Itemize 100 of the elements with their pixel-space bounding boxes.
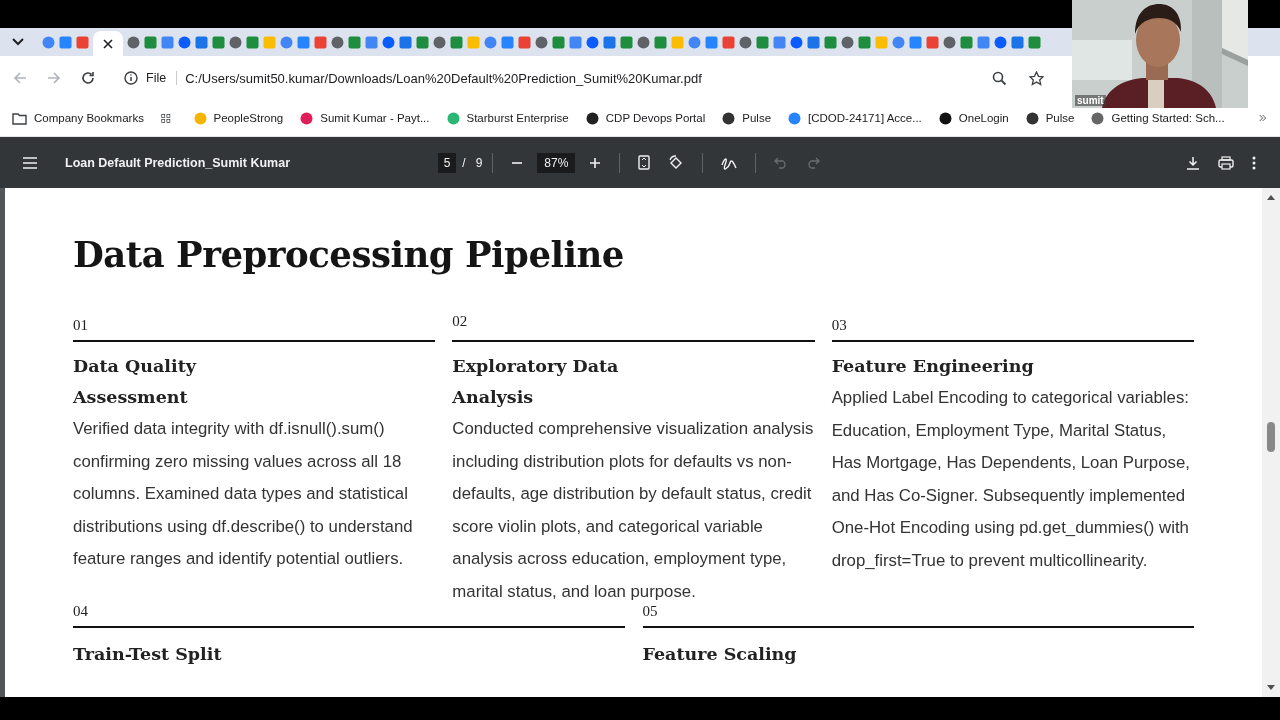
favicon-icon[interactable] bbox=[1011, 35, 1024, 49]
favicon-icon[interactable] bbox=[195, 35, 208, 49]
print-icon[interactable] bbox=[1218, 155, 1234, 170]
favicon-icon[interactable] bbox=[705, 35, 718, 49]
favicon-icon[interactable] bbox=[603, 35, 616, 49]
favicon-icon[interactable] bbox=[858, 35, 871, 49]
bookmark-item[interactable]: Starburst Enterprise bbox=[446, 111, 569, 125]
forward-icon[interactable] bbox=[46, 70, 62, 86]
bookmark-item[interactable]: Sumit Kumar - Payt... bbox=[300, 111, 430, 125]
favicon-icon[interactable] bbox=[382, 35, 395, 49]
favicon-icon[interactable] bbox=[790, 35, 803, 49]
favicon-icon[interactable] bbox=[535, 35, 548, 49]
favicon-icon[interactable] bbox=[977, 35, 990, 49]
url-text: C:/Users/sumit50.kumar/Downloads/Loan%20Default%20Prediction_Sumit%20Kumar.pdf bbox=[185, 70, 702, 86]
favicon-icon[interactable] bbox=[178, 35, 191, 49]
favicon-icon[interactable] bbox=[637, 35, 650, 49]
favicon-icon[interactable] bbox=[314, 35, 327, 49]
folder-icon bbox=[12, 111, 27, 125]
scroll-down-icon[interactable] bbox=[1267, 685, 1275, 691]
favicon-icon[interactable] bbox=[909, 35, 922, 49]
favicon-icon[interactable] bbox=[161, 35, 174, 49]
bookmark-item[interactable]: Getting Started: Sch... bbox=[1091, 111, 1225, 125]
close-tab-button[interactable] bbox=[93, 31, 123, 56]
tab-list-caret-icon[interactable] bbox=[12, 38, 24, 46]
bookmark-item[interactable]: [CDOD-24171] Acce... bbox=[788, 111, 922, 125]
favicon-icon[interactable] bbox=[960, 35, 973, 49]
step-description: Conducted comprehensive visualization analysis including distribution plots for defaults vs non-defaults, age distribution by default status, credit score violin plots, and categorical variable analysis across education, employment type, marital status, and loan purpose. bbox=[452, 418, 815, 603]
favicon-icon[interactable] bbox=[348, 35, 361, 49]
star-icon[interactable] bbox=[1029, 70, 1044, 86]
favicon-icon[interactable] bbox=[739, 35, 752, 49]
favicon-icon[interactable] bbox=[620, 35, 633, 49]
favicon-icon[interactable] bbox=[144, 35, 157, 49]
menu-icon[interactable] bbox=[23, 156, 37, 169]
favicon-icon[interactable] bbox=[773, 35, 786, 49]
document-title: Loan Default Prediction_Sumit Kumar bbox=[65, 155, 291, 170]
favicon-icon[interactable] bbox=[552, 35, 565, 49]
favicon-icon[interactable] bbox=[297, 35, 310, 49]
favicon-icon[interactable] bbox=[1028, 35, 1041, 49]
file-chip[interactable]: File bbox=[146, 71, 178, 85]
more-options-icon[interactable] bbox=[1252, 155, 1256, 170]
favicon-icon[interactable] bbox=[433, 35, 446, 49]
undo-icon[interactable] bbox=[774, 156, 789, 169]
zoom-icon[interactable] bbox=[992, 70, 1007, 86]
participant-name: sumit bbox=[1075, 95, 1106, 106]
bookmark-item[interactable]: CDP Devops Portal bbox=[585, 111, 706, 125]
favicon-icon[interactable] bbox=[841, 35, 854, 49]
download-icon[interactable] bbox=[1186, 155, 1200, 170]
redo-icon[interactable] bbox=[806, 156, 821, 169]
bookmark-item[interactable]: OneLogin bbox=[938, 111, 1009, 125]
favicon-icon[interactable] bbox=[59, 35, 72, 49]
favicon-icon[interactable] bbox=[943, 35, 956, 49]
step-number: 04 bbox=[73, 602, 88, 620]
favicon-icon[interactable] bbox=[501, 35, 514, 49]
favicon-icon[interactable] bbox=[586, 35, 599, 49]
scroll-up-icon[interactable] bbox=[1267, 194, 1275, 200]
zoom-in-icon[interactable] bbox=[589, 156, 602, 169]
step-number: 03 bbox=[831, 317, 847, 334]
favicon-icon[interactable] bbox=[229, 35, 242, 49]
favicon-icon[interactable] bbox=[926, 35, 939, 49]
favicon-icon[interactable] bbox=[569, 35, 582, 49]
favicon-icon[interactable] bbox=[416, 35, 429, 49]
page-count: 9 bbox=[475, 155, 483, 170]
favicon-icon[interactable] bbox=[892, 35, 905, 49]
bookmark-item[interactable]: Pulse bbox=[1025, 111, 1075, 125]
favicon-icon[interactable] bbox=[756, 35, 769, 49]
zoom-level-field[interactable]: 87% bbox=[537, 152, 576, 173]
favicon-icon[interactable] bbox=[365, 35, 378, 49]
favicon-icon[interactable] bbox=[76, 35, 89, 49]
step-description: Applied Label Encoding to categorical variables: Education, Employment Type, Marital Status, Has Mortgage, Has Dependents, Loan Purpose, and Has Co-Signer. Subsequently implemented One-Hot Encoding using pd.get_dummies() with drop_first=True to prevent multicollinearity. bbox=[831, 387, 1191, 572]
slide-heading: Data Preprocessing Pipeline bbox=[73, 234, 625, 275]
bookmark-folder[interactable]: Company Bookmarks bbox=[12, 111, 144, 125]
scroll-thumb[interactable] bbox=[1267, 422, 1275, 452]
favicon-icon[interactable] bbox=[518, 35, 531, 49]
favicon-icon[interactable] bbox=[807, 35, 820, 49]
bookmark-item[interactable]: PeopleStrong bbox=[193, 111, 284, 125]
apps-grid-icon[interactable] bbox=[160, 111, 171, 125]
favicon-icon[interactable] bbox=[654, 35, 667, 49]
favicon-icon[interactable] bbox=[246, 35, 259, 49]
favicon-icon[interactable] bbox=[484, 35, 497, 49]
favicon-icon[interactable] bbox=[331, 35, 344, 49]
page-number-field[interactable]: 5 bbox=[437, 152, 457, 173]
step-description: Verified data integrity with df.isnull().sum() confirming zero missing values across all 18 columns. Examined data types and statistical distributions using df.describe() to understand feature ranges and identify potential outliers. bbox=[73, 418, 414, 571]
step-title: Feature Engineering bbox=[831, 355, 1034, 378]
favicon-icon[interactable] bbox=[399, 35, 412, 49]
reload-icon[interactable] bbox=[80, 70, 96, 86]
favicon-icon[interactable] bbox=[824, 35, 837, 49]
bookmark-item[interactable]: Pulse bbox=[722, 111, 772, 125]
favicon-icon[interactable] bbox=[994, 35, 1007, 49]
annotate-icon[interactable] bbox=[721, 155, 738, 170]
favicon-icon[interactable] bbox=[212, 35, 225, 49]
favicon-icon[interactable] bbox=[722, 35, 735, 49]
back-icon[interactable] bbox=[12, 70, 28, 86]
favicon-icon[interactable] bbox=[688, 35, 701, 49]
favicon-icon[interactable] bbox=[280, 35, 293, 49]
more-bookmarks-icon[interactable] bbox=[1258, 113, 1266, 123]
scrollbar-track[interactable] bbox=[1262, 188, 1280, 697]
favicon-icon[interactable] bbox=[42, 35, 55, 49]
favicon-icon[interactable] bbox=[127, 35, 140, 49]
fit-page-icon[interactable] bbox=[638, 155, 651, 170]
favicon-icon[interactable] bbox=[450, 35, 463, 49]
